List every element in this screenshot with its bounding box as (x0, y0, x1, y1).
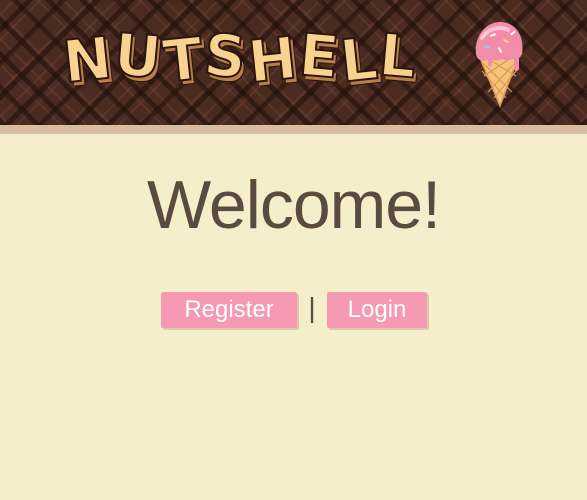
logo-letter: N (59, 23, 116, 98)
logo-letter: U (110, 19, 165, 93)
header-banner: N U T S H E L L (0, 0, 587, 125)
logo-letter: H (244, 23, 301, 98)
ice-cream-cone-icon (475, 22, 523, 108)
login-button[interactable]: Login (327, 292, 427, 328)
header-divider (0, 125, 587, 134)
logo-letter: E (295, 19, 342, 92)
logo-letter: L (375, 20, 420, 93)
logo-letter: T (158, 23, 206, 97)
register-button[interactable]: Register (161, 292, 297, 328)
welcome-heading: Welcome! (146, 167, 441, 243)
logo-letter: L (336, 23, 382, 96)
link-separator: | (308, 292, 316, 323)
logo-letter: S (201, 19, 251, 92)
auth-links: Register | Login (0, 292, 587, 330)
site-logo[interactable]: N U T S H E L L (59, 19, 420, 98)
